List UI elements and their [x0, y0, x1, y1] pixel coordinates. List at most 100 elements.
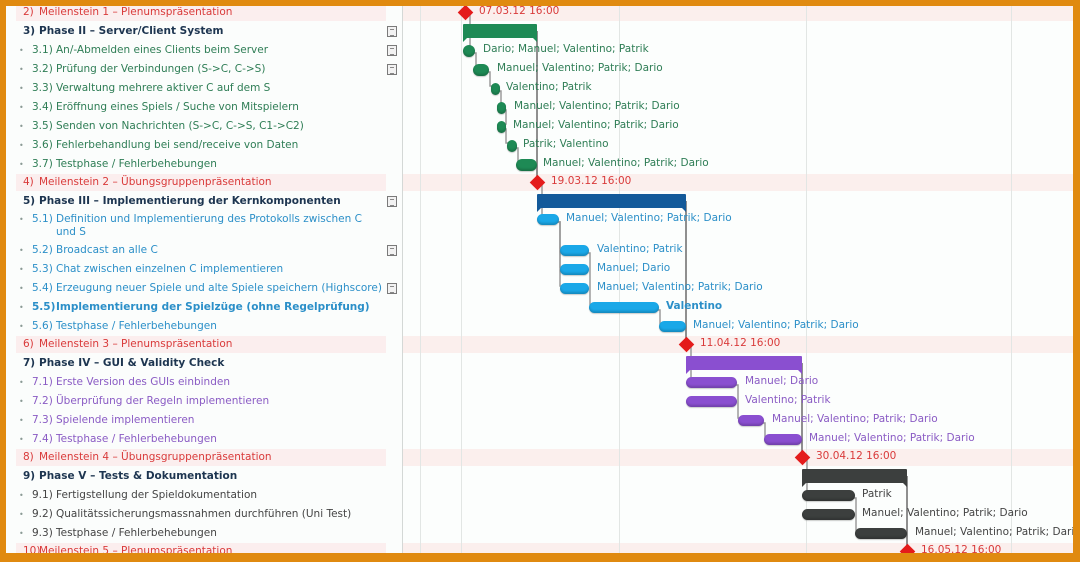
milestone-date: 07.03.12 16:00 — [479, 5, 560, 17]
milestone-date: 19.03.12 16:00 — [551, 175, 632, 187]
milestone-row[interactable]: 10) Meilenstein 5 – Plenumspräsentation — [6, 542, 402, 553]
task-row[interactable]: • 7.4) Testphase / Fehlerbehebungen — [6, 430, 402, 449]
grid-line — [1011, 0, 1012, 553]
task-bar[interactable] — [802, 509, 855, 520]
task-bar[interactable] — [516, 159, 537, 171]
task-title: Testphase / Fehlerbehebungen — [56, 433, 217, 445]
task-row[interactable]: • 7.2) Überprüfung der Regeln implementier… — [6, 392, 402, 411]
resource-label: Manuel; Valentino; Patrik; Dario — [597, 281, 763, 293]
task-row[interactable]: • 7.1) Erste Version des GUIs einbinden — [6, 373, 402, 392]
task-title: Phase III – Implementierung der Kernkomp… — [39, 195, 341, 207]
task-number: 3.6) — [32, 139, 53, 151]
task-row[interactable]: • 3.5) Senden von Nachrichten (S->C, C->S,… — [6, 117, 402, 136]
task-title: Meilenstein 5 – Plenumspräsentation — [39, 545, 233, 553]
task-bar[interactable] — [686, 377, 737, 388]
task-row[interactable]: • 7.3) Spielende implementieren — [6, 411, 402, 430]
task-title: Qualitätssicherungsmassnahmen durchführe… — [56, 508, 352, 520]
milestone-date: 16.05.12 16:00 — [921, 544, 1002, 553]
milestone-row[interactable]: 8) Meilenstein 4 – Übungsgruppenpräsentat… — [6, 448, 402, 467]
phase-summary-bar[interactable] — [537, 194, 686, 212]
task-bar[interactable] — [659, 321, 686, 332]
task-row[interactable]: • 3.6) Fehlerbehandlung bei send/receive v… — [6, 136, 402, 155]
task-bar[interactable] — [802, 490, 855, 501]
task-row[interactable]: • 5.5) Implementierung der Spielzüge (ohne… — [6, 298, 402, 317]
task-bar[interactable] — [491, 83, 500, 95]
task-bar[interactable] — [855, 528, 907, 539]
task-title: Phase V – Tests & Dokumentation — [39, 470, 238, 482]
phase-row[interactable]: 5) Phase III – Implementierung der Kernko… — [6, 192, 402, 211]
task-number: 7.3) — [32, 414, 53, 426]
task-title: Chat zwischen einzelnen C implementieren — [56, 263, 284, 275]
task-bar[interactable] — [473, 64, 489, 76]
task-row[interactable]: • 3.3) Verwaltung mehrere aktiver C auf de… — [6, 79, 402, 98]
bullet-icon: • — [19, 84, 24, 93]
task-number: 3.1) — [32, 44, 53, 56]
milestone-row[interactable]: 4) Meilenstein 2 – Übungsgruppenpräsentat… — [6, 173, 402, 192]
task-number: 3.5) — [32, 120, 53, 132]
bullet-icon: • — [19, 491, 24, 500]
task-bar[interactable] — [764, 434, 802, 445]
task-number: 10) — [23, 545, 41, 553]
task-row[interactable]: • 5.4) Erzeugung neuer Spiele und alte Spi… — [6, 279, 402, 298]
resource-label: Manuel; Valentino; Patrik; Dario — [862, 507, 1028, 519]
note-icon[interactable] — [387, 45, 397, 56]
bullet-icon: • — [19, 265, 24, 274]
bullet-icon: • — [19, 378, 24, 387]
resource-label: Manuel; Valentino; Patrik; Dario — [513, 119, 679, 131]
task-bar[interactable] — [560, 283, 589, 294]
task-row[interactable]: • 9.3) Testphase / Fehlerbehebungen — [6, 524, 402, 543]
resource-label: Manuel; Valentino; Patrik; Dario — [497, 62, 663, 74]
resource-label: Valentino; Patrik — [597, 243, 683, 255]
gantt-chart: 07.03.12 16:00 Dario; Manuel; Valentino; … — [403, 0, 1073, 553]
milestone-row[interactable]: 6) Meilenstein 3 – Plenumspräsentation — [6, 335, 402, 354]
resource-label: Manuel; Valentino; Patrik; Dario — [566, 212, 732, 224]
phase-summary-bar[interactable] — [463, 24, 537, 42]
task-bar[interactable] — [497, 102, 506, 114]
task-row[interactable]: • 5.6) Testphase / Fehlerbehebungen — [6, 317, 402, 336]
task-row[interactable]: • 3.1) An/-Abmelden eines Clients beim Ser… — [6, 41, 402, 60]
task-row[interactable]: • 9.2) Qualitätssicherungsmassnahmen durch… — [6, 505, 402, 524]
bullet-icon: • — [19, 397, 24, 406]
summary-bar-cap — [532, 37, 537, 42]
task-row[interactable]: • 5.2) Broadcast an alle C — [6, 241, 402, 260]
milestone-band — [403, 449, 1073, 466]
bullet-icon: • — [19, 215, 24, 224]
gantt-window: 2) Meilenstein 1 – Plenumspräsentation 3) P… — [6, 0, 1073, 553]
task-number: 8) — [23, 451, 34, 463]
task-title: Überprüfung der Regeln implementieren — [56, 395, 270, 407]
phase-row[interactable]: 9) Phase V – Tests & Dokumentation — [6, 467, 402, 486]
resource-label: Valentino; Patrik — [506, 81, 592, 93]
task-bar[interactable] — [589, 302, 659, 313]
resource-label: Manuel; Valentino; Patrik; Dario — [809, 432, 975, 444]
task-bar[interactable] — [463, 45, 475, 57]
phase-row[interactable]: 3) Phase II – Server/Client System — [6, 22, 402, 41]
task-number: 5.5) — [32, 301, 56, 313]
task-bar[interactable] — [537, 214, 559, 225]
note-icon[interactable] — [387, 196, 397, 207]
task-bar[interactable] — [738, 415, 764, 426]
resource-label: Patrik; Valentino — [523, 138, 609, 150]
task-row[interactable]: • 3.4) Eröffnung eines Spiels / Suche von … — [6, 98, 402, 117]
resource-label: Manuel; Valentino; Patrik; Dario — [543, 157, 709, 169]
task-title: Spielende implementieren — [56, 414, 195, 426]
milestone-date: 11.04.12 16:00 — [700, 337, 781, 349]
task-row[interactable]: • 5.3) Chat zwischen einzelnen C implement… — [6, 260, 402, 279]
task-bar[interactable] — [507, 140, 517, 152]
task-row[interactable]: • 3.7) Testphase / Fehlerbehebungen — [6, 155, 402, 174]
note-icon[interactable] — [387, 283, 397, 294]
task-row[interactable]: • 5.1) Definition und Implementierung des … — [6, 210, 402, 240]
note-icon[interactable] — [387, 245, 397, 256]
phase-summary-bar[interactable] — [686, 356, 802, 374]
milestone-date: 30.04.12 16:00 — [816, 450, 897, 462]
task-bar[interactable] — [560, 264, 589, 275]
task-row[interactable]: • 9.1) Fertigstellung der Spieldokumentati… — [6, 486, 402, 505]
note-icon[interactable] — [387, 26, 397, 37]
task-bar[interactable] — [497, 121, 506, 133]
task-bar[interactable] — [560, 245, 589, 256]
phase-summary-bar[interactable] — [802, 469, 907, 487]
phase-row[interactable]: 7) Phase IV – GUI & Validity Check — [6, 354, 402, 373]
task-number: 3.7) — [32, 158, 53, 170]
task-bar[interactable] — [686, 396, 737, 407]
task-row[interactable]: • 3.2) Prüfung der Verbindungen (S->C, C->… — [6, 60, 402, 79]
note-icon[interactable] — [387, 64, 397, 75]
